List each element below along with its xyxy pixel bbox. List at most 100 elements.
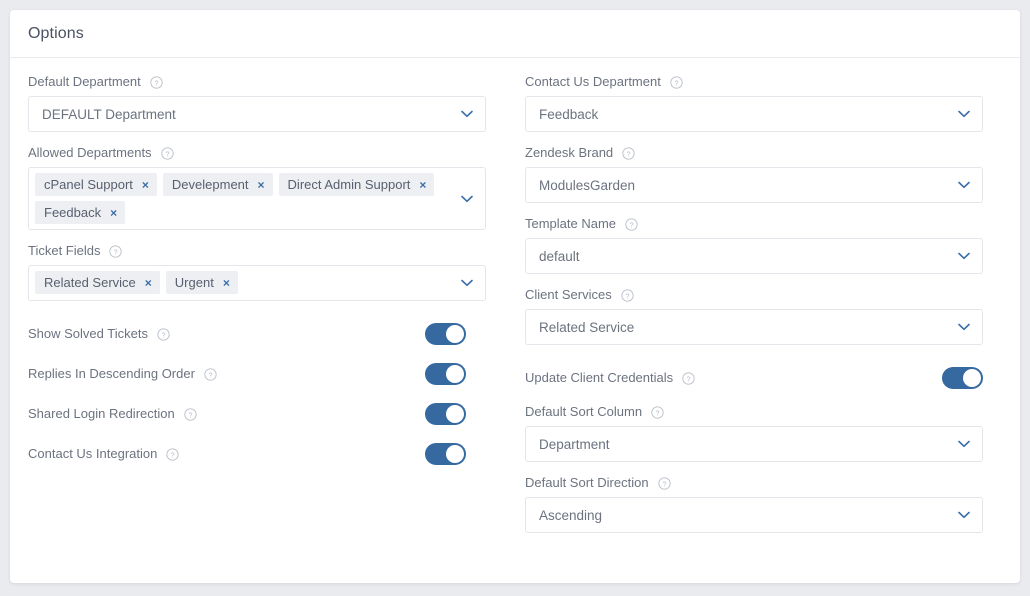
- multiselect-ticket-fields[interactable]: Related Service × Urgent ×: [28, 265, 486, 301]
- help-circle-icon[interactable]: ?: [157, 327, 170, 341]
- tag[interactable]: Related Service ×: [35, 271, 160, 294]
- help-circle-icon[interactable]: ?: [160, 146, 174, 160]
- label-text: Shared Login Redirection: [28, 406, 175, 421]
- row-show-solved-tickets: Show Solved Tickets ?: [28, 314, 486, 354]
- field-zendesk-brand: Zendesk Brand ? ModulesGarden: [525, 145, 983, 203]
- remove-tag-icon[interactable]: ×: [258, 179, 265, 191]
- label-text: Show Solved Tickets: [28, 326, 148, 341]
- select-zendesk-brand[interactable]: ModulesGarden: [525, 167, 983, 203]
- remove-tag-icon[interactable]: ×: [110, 207, 117, 219]
- label-text: Template Name: [525, 216, 617, 231]
- chevron-down-icon: [958, 181, 970, 189]
- tag-label: Feedback: [44, 205, 102, 220]
- help-circle-icon[interactable]: ?: [651, 405, 664, 419]
- remove-tag-icon[interactable]: ×: [145, 277, 152, 289]
- options-columns: Default Department ? DEFAULT Department: [28, 74, 1002, 546]
- left-toggle-group: Show Solved Tickets ? Replies In Descend…: [28, 314, 486, 474]
- label-ticket-fields: Ticket Fields ?: [28, 243, 486, 259]
- help-circle-icon[interactable]: ?: [670, 75, 683, 89]
- tag-label: Direct Admin Support: [287, 177, 411, 192]
- chevron-down-icon: [958, 252, 970, 260]
- svg-text:?: ?: [630, 220, 634, 229]
- tag[interactable]: Direct Admin Support ×: [278, 173, 435, 196]
- label-text: Update Client Credentials: [525, 370, 674, 385]
- chevron-down-icon: [461, 195, 473, 203]
- help-circle-icon[interactable]: ?: [109, 244, 123, 258]
- label-zendesk-brand: Zendesk Brand ?: [525, 145, 983, 161]
- toggle-shared-login-redirection[interactable]: [425, 403, 466, 425]
- label-replies-in-descending-order: Replies In Descending Order ?: [28, 366, 425, 382]
- card-header: Options: [10, 10, 1020, 58]
- tag[interactable]: Urgent ×: [165, 271, 238, 294]
- select-value: Feedback: [539, 106, 599, 122]
- chevron-down-icon: [958, 511, 970, 519]
- tag[interactable]: Develepment ×: [162, 173, 273, 196]
- chevron-down-icon: [461, 279, 473, 287]
- toggle-show-solved-tickets[interactable]: [425, 323, 466, 345]
- label-text: Default Sort Direction: [525, 475, 649, 490]
- row-update-client-credentials: Update Client Credentials ?: [525, 358, 983, 398]
- svg-text:?: ?: [627, 149, 631, 158]
- toggle-knob: [446, 405, 464, 423]
- label-text: Zendesk Brand: [525, 145, 614, 160]
- label-text: Default Department: [28, 74, 141, 89]
- select-value: DEFAULT Department: [42, 106, 176, 122]
- label-text: Contact Us Department: [525, 74, 661, 89]
- help-circle-icon[interactable]: ?: [682, 371, 695, 385]
- toggle-knob: [446, 365, 464, 383]
- label-update-client-credentials: Update Client Credentials ?: [525, 370, 942, 386]
- label-default-sort-column: Default Sort Column ?: [525, 404, 983, 420]
- remove-tag-icon[interactable]: ×: [142, 179, 149, 191]
- left-column: Default Department ? DEFAULT Department: [28, 74, 486, 546]
- toggle-update-client-credentials[interactable]: [942, 367, 983, 389]
- chevron-down-icon: [958, 440, 970, 448]
- svg-text:?: ?: [188, 410, 192, 419]
- select-default-department[interactable]: DEFAULT Department: [28, 96, 486, 132]
- toggle-replies-in-descending-order[interactable]: [425, 363, 466, 385]
- field-default-sort-column: Default Sort Column ? Department: [525, 404, 983, 462]
- card-body: Default Department ? DEFAULT Department: [10, 58, 1020, 583]
- multiselect-allowed-departments[interactable]: cPanel Support × Develepment × Direct Admi…: [28, 167, 486, 230]
- svg-text:?: ?: [687, 374, 691, 383]
- remove-tag-icon[interactable]: ×: [223, 277, 230, 289]
- help-circle-icon[interactable]: ?: [622, 146, 635, 160]
- tag-label: Related Service: [44, 275, 136, 290]
- help-circle-icon[interactable]: ?: [204, 367, 217, 381]
- label-contact-us-integration: Contact Us Integration ?: [28, 446, 425, 462]
- toggle-contact-us-integration[interactable]: [425, 443, 466, 465]
- toggle-knob: [963, 369, 981, 387]
- help-circle-icon[interactable]: ?: [625, 217, 638, 231]
- help-circle-icon[interactable]: ?: [184, 407, 197, 421]
- label-template-name: Template Name ?: [525, 216, 983, 232]
- remove-tag-icon[interactable]: ×: [419, 179, 426, 191]
- select-client-services[interactable]: Related Service: [525, 309, 983, 345]
- tag[interactable]: cPanel Support ×: [35, 173, 157, 196]
- label-default-department: Default Department ?: [28, 74, 486, 90]
- field-default-sort-direction: Default Sort Direction ? Ascending: [525, 475, 983, 533]
- help-circle-icon[interactable]: ?: [621, 288, 634, 302]
- label-default-sort-direction: Default Sort Direction ?: [525, 475, 983, 491]
- select-value: Department: [539, 436, 610, 452]
- svg-text:?: ?: [625, 291, 629, 300]
- select-default-sort-column[interactable]: Department: [525, 426, 983, 462]
- svg-text:?: ?: [208, 370, 212, 379]
- chevron-down-icon: [958, 110, 970, 118]
- chevron-down-icon: [958, 323, 970, 331]
- field-allowed-departments: Allowed Departments ? cPanel Support × De…: [28, 145, 486, 230]
- select-contact-us-department[interactable]: Feedback: [525, 96, 983, 132]
- select-template-name[interactable]: default: [525, 238, 983, 274]
- toggle-knob: [446, 325, 464, 343]
- help-circle-icon[interactable]: ?: [166, 447, 179, 461]
- select-default-sort-direction[interactable]: Ascending: [525, 497, 983, 533]
- field-ticket-fields: Ticket Fields ? Related Service × Urgent ×: [28, 243, 486, 301]
- select-value: Ascending: [539, 507, 603, 523]
- options-card: Options Default Department ? DEFAULT Dep…: [10, 10, 1020, 583]
- svg-text:?: ?: [171, 450, 175, 459]
- help-circle-icon[interactable]: ?: [657, 476, 671, 490]
- tag[interactable]: Feedback ×: [35, 201, 126, 224]
- help-circle-icon[interactable]: ?: [150, 75, 163, 89]
- label-text: Default Sort Column: [525, 404, 643, 419]
- svg-text:?: ?: [114, 247, 118, 256]
- row-replies-in-descending-order: Replies In Descending Order ?: [28, 354, 486, 394]
- select-value: Related Service: [539, 319, 635, 335]
